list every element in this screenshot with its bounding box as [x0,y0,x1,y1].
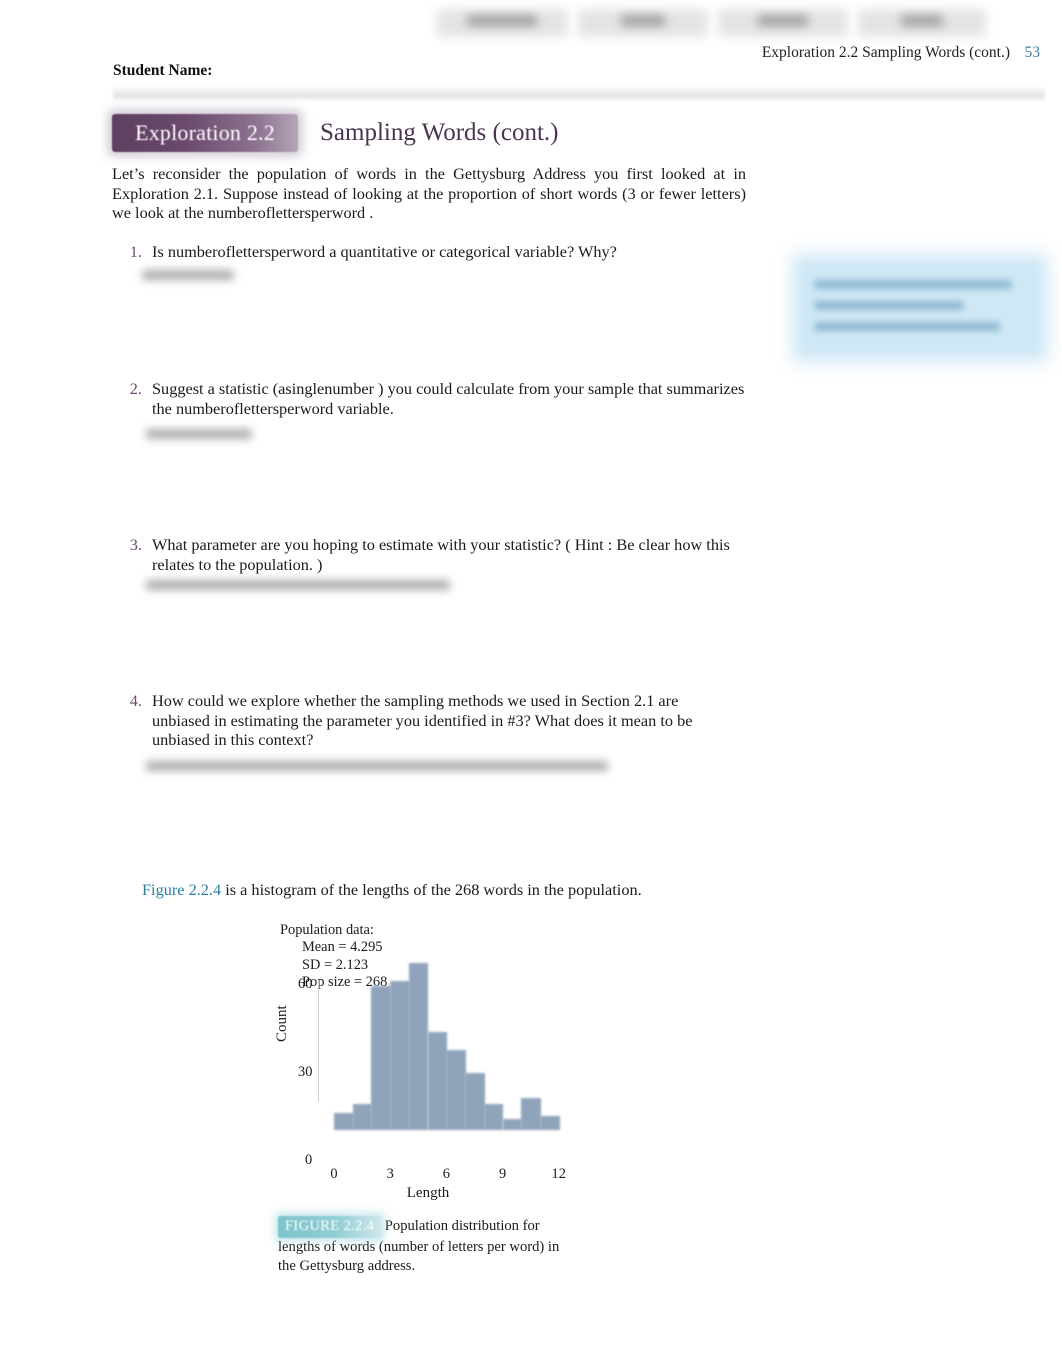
histogram-bar [408,963,429,1130]
toolbar-ghost-button-2[interactable] [578,9,708,37]
histogram-bar [540,1115,560,1130]
page-title: Sampling Words (cont.) [320,119,559,146]
question-item-4: 4. How could we explore whether the samp… [118,691,698,750]
histogram-bar [427,1032,448,1130]
question-number-3: 3. [129,535,142,554]
toolbar-ghost-button-3-label [758,15,808,26]
intro-paragraph: Let’s reconsider the population of words… [112,164,746,223]
running-head: Exploration 2.2 Sampling Words (cont.) [761,44,1010,61]
question-item-1: 1. Is numberoflettersperword a quantitat… [118,242,758,262]
x-axis-title: Length [406,1185,450,1201]
question-text-1: Is numberoflettersperword a quantitative… [152,242,617,261]
page-number: 53 [1024,44,1041,61]
comment-annotation-box[interactable] [800,262,1040,354]
toolbar-ghost-button-4-label [901,15,943,26]
x-tick-label-6: 6 [442,1166,450,1182]
handwritten-answer-1 [142,270,234,286]
x-tick-label-12: 12 [551,1166,566,1182]
histogram-bar [446,1049,466,1130]
question-text-2: Suggest a statistic (asinglenumber ) you… [152,379,745,418]
exploration-badge: Exploration 2.2 [112,114,298,152]
figure-reference-text: is a histogram of the lengths of the 268… [221,880,642,899]
handwritten-answer-3 [146,580,450,596]
question-item-2: 2. Suggest a statistic (asinglenumber ) … [118,379,758,418]
handwritten-answer-4 [146,761,608,777]
toolbar-ghost-button-1[interactable] [436,9,568,37]
histogram-bar [390,980,410,1130]
toolbar-ghost-button-4[interactable] [858,9,986,37]
question-number-1: 1. [129,242,142,261]
histogram-bar [521,1098,541,1130]
toolbar-ghost-button-2-label [621,15,665,26]
exploration-heading: Exploration 2.2 Sampling Words (cont.) [112,113,558,153]
x-tick-label-3: 3 [386,1166,394,1182]
toolbar-ghost-button-3[interactable] [718,9,848,37]
y-axis-line [318,980,319,1102]
chart-annotation-0: Population data: [280,922,374,938]
histogram-bar [465,1072,485,1130]
question-text-4: How could we explore whether the samplin… [152,691,693,749]
app-toolbar [0,0,1062,46]
question-text-3: What parameter are you hoping to estimat… [152,535,730,574]
y-axis-title: Count [274,1005,290,1042]
histogram-figure: Population data: Mean = 4.295 SD = 2.123… [272,922,592,1204]
histogram-bar [334,1112,354,1130]
question-item-3: 3. What parameter are you hoping to esti… [118,535,766,574]
histogram-bar [502,1118,523,1130]
figure-reference: Figure 2.2.4 is a histogram of the lengt… [142,880,642,900]
student-name-label: Student Name: [113,62,213,79]
x-tick-label-9: 9 [498,1166,507,1182]
toolbar-ghost-button-1-label [467,15,537,26]
histogram-bar [371,986,391,1130]
histogram-bar [352,1104,373,1130]
question-number-4: 4. [129,691,142,710]
x-axis-tick-labels: 0 3 6 9 12 [318,1166,568,1186]
figure-link[interactable]: Figure 2.2.4 [142,880,221,899]
handwritten-answer-2 [146,429,252,445]
figure-caption: FIGURE 2.2.4 Population distribution for… [278,1216,578,1275]
x-tick-label-0: 0 [330,1166,338,1182]
figure-caption-tag: FIGURE 2.2.4 [278,1216,382,1238]
question-number-2: 2. [129,379,142,398]
histogram-bars [334,952,570,1130]
header-divider-band [113,86,1045,101]
histogram-bar [483,1104,504,1130]
